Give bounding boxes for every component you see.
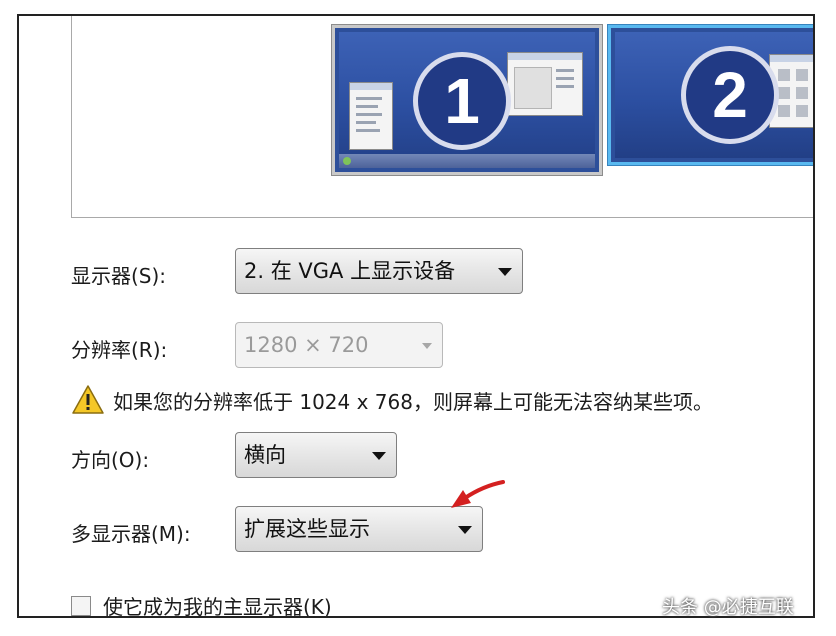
warning-text: 如果您的分辨率低于 1024 x 768，则屏幕上可能无法容纳某些项。 (113, 390, 713, 414)
chevron-down-icon (498, 268, 512, 276)
primary-display-label[interactable]: 使它成为我的主显示器(K) (103, 591, 332, 616)
primary-display-checkbox[interactable] (71, 596, 91, 616)
resolution-select-value: 1280 × 720 (244, 333, 369, 357)
chevron-down-icon (372, 452, 386, 460)
monitor-2-number-badge: 2 (681, 46, 779, 144)
warning-icon (72, 385, 104, 414)
display-select-value: 2. 在 VGA 上显示设备 (244, 259, 456, 283)
chevron-down-icon (458, 526, 472, 534)
annotation-arrow-icon (451, 480, 505, 508)
window-thumbnail (349, 82, 393, 150)
start-orb-icon (343, 157, 351, 165)
monitor-2-tile[interactable]: 2 (607, 24, 813, 166)
multiple-displays-select-value: 扩展这些显示 (244, 517, 370, 541)
multiple-displays-label: 多显示器(M): (71, 522, 191, 546)
window-thumbnail (507, 52, 583, 116)
monitor-arrangement-preview: 1 2 (71, 16, 813, 218)
orientation-select[interactable]: 横向 (235, 432, 397, 478)
monitor-1-number-badge: 1 (413, 52, 511, 150)
watermark: 头条 @必捷互联 (662, 597, 794, 618)
display-settings-panel: 1 2 显示器(S): 2. 在 VGA 上显示设备 分辨率(R): 1280 … (17, 14, 815, 618)
taskbar (339, 154, 595, 168)
resolution-label: 分辨率(R): (71, 338, 168, 362)
chevron-down-icon (422, 343, 432, 349)
display-label: 显示器(S): (71, 264, 167, 288)
monitor-1-tile[interactable]: 1 (331, 24, 603, 176)
display-select[interactable]: 2. 在 VGA 上显示设备 (235, 248, 523, 294)
orientation-label: 方向(O): (71, 448, 150, 472)
orientation-select-value: 横向 (244, 443, 286, 467)
resolution-select: 1280 × 720 (235, 322, 443, 368)
